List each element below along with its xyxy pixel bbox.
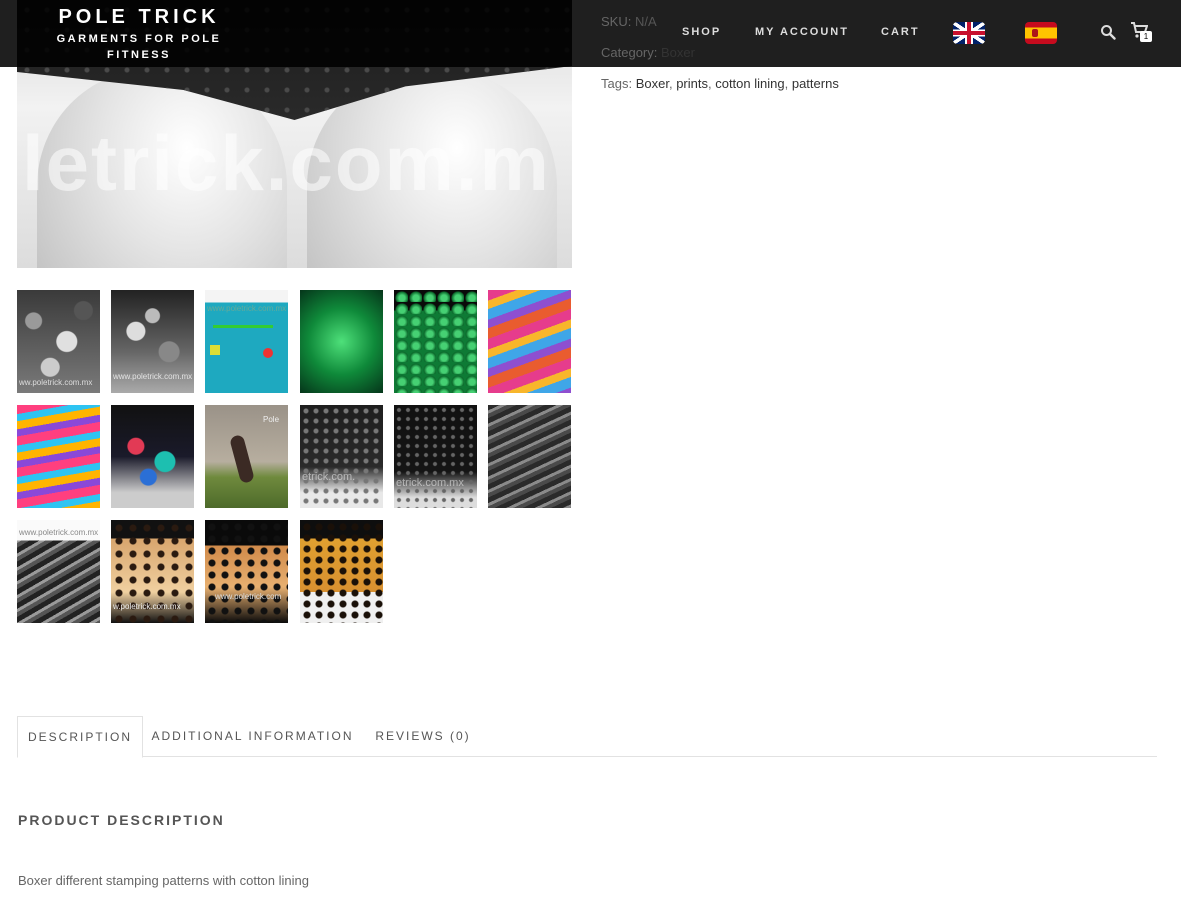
tab-description[interactable]: DESCRIPTION [17,716,143,758]
thumbnail-leopard-gold[interactable] [300,520,383,623]
thumbnail-game-print[interactable]: www.poletrick.com.mx [205,290,288,393]
product-category: Category: Boxer [601,45,695,60]
thumbnail-leopard-light[interactable]: w.poletrick.com.mx [111,520,194,623]
product-description-text: Boxer different stamping patterns with c… [18,873,309,888]
tag-link[interactable]: prints [676,76,708,91]
thumbnail-watermark: Pole [263,415,280,424]
thumbnail-leopard-dark[interactable]: www.poletrick.com [205,520,288,623]
tags-label: Tags: [601,76,633,91]
thumbnail-zebra-gray[interactable] [488,405,571,508]
thumbnail-watermark: ww.poletrick.com.mx [19,378,93,387]
print-bar [213,325,273,328]
thumbnail-watermark: www.poletrick.com.mx [19,528,99,537]
thumbnail-camo-white[interactable]: www.poletrick.com.mx [111,290,194,393]
thumbnail-hexagon-print[interactable]: etrick.com. [300,405,383,508]
brand-tagline: GARMENTS FOR POLE FITNESS [56,33,222,61]
thumbnail-rainbow-stripes[interactable] [488,290,571,393]
tab-additional-information[interactable]: ADDITIONAL INFORMATION [150,716,355,756]
thumbnail-green-metallic[interactable] [300,290,383,393]
thumbnail-camo-gray[interactable]: ww.poletrick.com.mx [17,290,100,393]
category-link[interactable]: Boxer [661,45,695,60]
thumbnail-mesh-print[interactable]: etrick.com.mx [394,405,477,508]
nav-shop[interactable]: SHOP [682,26,721,38]
tag-link[interactable]: Boxer [636,76,669,91]
model-figure [229,434,255,484]
nav-my-account[interactable]: MY ACCOUNT [755,26,849,38]
print-dot [263,348,273,358]
product-tags: Tags: Boxer, prints, cotton lining, patt… [601,76,839,91]
category-label: Category: [601,45,658,60]
thumbnail-watermark: www.poletrick.com.mx [113,372,193,381]
thumbnail-watermark: etrick.com. [302,471,356,483]
sku-value: N/A [634,14,657,29]
nav-cart[interactable]: CART [881,26,920,38]
print-cross [210,345,220,355]
tag-link[interactable]: patterns [792,76,839,91]
search-icon[interactable] [1100,24,1116,40]
product-sku: SKU: N/A [601,14,657,29]
thumbnail-neon-stripes[interactable] [17,405,100,508]
tabs-divider [17,756,1157,757]
thumbnail-tropical-print[interactable] [111,405,194,508]
tab-reviews[interactable]: REVIEWS (0) [370,716,476,756]
thumbnail-watermark: www.poletrick.com [215,592,282,601]
english-flag-icon[interactable] [953,22,985,44]
image-watermark: letrick.com.m [22,119,551,207]
thumbnail-watermark: www.poletrick.com.mx [207,304,287,313]
cart-count-badge: 1 [1140,31,1152,42]
thumbnail-zebra-dark[interactable]: www.poletrick.com.mx [17,520,100,623]
thumbnail-watermark: etrick.com.mx [396,477,464,489]
thumbnail-model-pose[interactable]: Pole [205,405,288,508]
product-description-title: PRODUCT DESCRIPTION [18,812,225,828]
sku-label: SKU: [601,14,632,29]
site-header: POLE TRICK GARMENTS FOR POLE FITNESS SHO… [0,0,1181,67]
brand-title[interactable]: POLE TRICK [48,6,230,29]
thumbnail-green-scales[interactable] [394,290,477,393]
spanish-flag-icon[interactable] [1025,22,1057,44]
thumbnail-watermark: w.poletrick.com.mx [113,602,181,611]
tag-link[interactable]: cotton lining [715,76,784,91]
